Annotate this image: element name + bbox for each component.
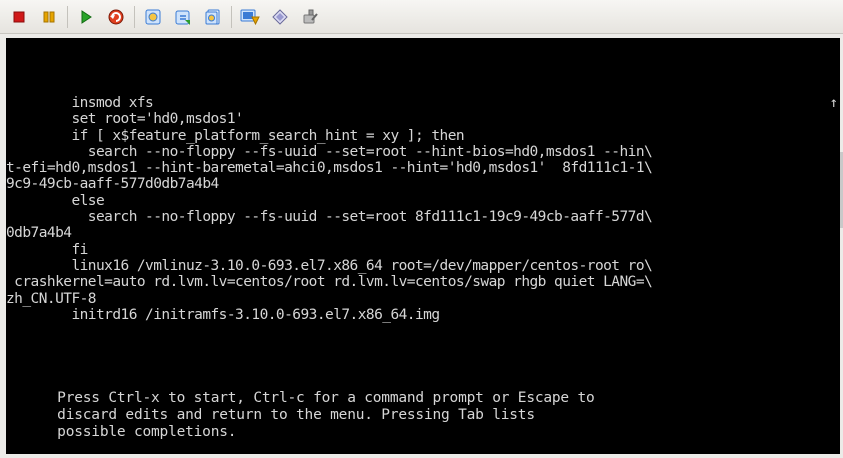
grub-line: linux16 /vmlinuz-3.10.0-693.el7.x86_64 r…	[6, 257, 653, 274]
help-line: discard edits and return to the menu. Pr…	[6, 407, 535, 423]
reset-button[interactable]	[103, 4, 129, 30]
grub-line: 0db7a4b4	[6, 225, 72, 242]
console-view-icon	[240, 9, 260, 25]
grub-line: fi	[6, 241, 88, 258]
stop-icon	[13, 11, 25, 22]
snapshot-icon	[145, 9, 161, 24]
vm-toolbar	[0, 0, 843, 34]
grub-line: search --no-floppy --fs-uuid --set=root …	[6, 209, 653, 226]
toolbar-separator	[67, 5, 68, 28]
power-on-button[interactable]	[73, 4, 99, 30]
reset-icon	[108, 9, 124, 24]
help-line: Press Ctrl-x to start, Ctrl-c for a comm…	[6, 390, 595, 406]
grub-line: search --no-floppy --fs-uuid --set=root …	[6, 143, 653, 160]
grub-line: crashkernel=auto rd.lvm.lv=centos/root r…	[6, 274, 653, 291]
grub-line: set root='hd0,msdos1'	[6, 111, 244, 128]
grub-line: t-efi=hd0,msdos1 --hint-baremetal=ahci0,…	[6, 160, 653, 177]
power-off-button[interactable]	[6, 4, 32, 30]
grub-line: insmod xfs	[6, 95, 154, 111]
grub-help-text: Press Ctrl-x to start, Ctrl-c for a comm…	[6, 390, 595, 441]
take-snapshot-button[interactable]	[140, 4, 166, 30]
snapshot-manager-icon	[205, 9, 220, 24]
toolbar-separator	[134, 5, 135, 28]
grub-line: initrd16 /initramfs-3.10.0-693.el7.x86_6…	[6, 306, 440, 323]
console-frame: insmod xfs set root='hd0,msdos1' if [ x$…	[0, 34, 843, 458]
pause-icon	[43, 11, 55, 22]
console-view-button[interactable]	[237, 4, 263, 30]
vm-settings-button[interactable]	[267, 4, 293, 30]
snapshot-manager-button[interactable]	[200, 4, 226, 30]
suspend-button[interactable]	[36, 4, 62, 30]
settings-icon	[272, 8, 288, 25]
vm-tools-button[interactable]	[297, 4, 323, 30]
grub-line: 9c9-49cb-aaff-577d0db7a4b4	[6, 176, 219, 193]
toolbar-separator	[231, 5, 232, 28]
tools-icon	[303, 9, 318, 23]
grub-line: if [ x$feature_platform_search_hint = xy…	[6, 127, 465, 144]
play-icon	[81, 9, 92, 24]
vm-console-screen[interactable]: insmod xfs set root='hd0,msdos1' if [ x$…	[6, 38, 840, 454]
grub-line: zh_CN.UTF-8	[6, 290, 97, 307]
revert-snapshot-icon	[175, 10, 190, 25]
grub-line: else	[6, 192, 105, 209]
revert-snapshot-button[interactable]	[170, 4, 196, 30]
grub-edit-area[interactable]: insmod xfs set root='hd0,msdos1' if [ x$…	[6, 95, 840, 323]
scroll-up-indicator: ↑	[829, 95, 838, 111]
help-line: possible completions.	[6, 424, 237, 440]
